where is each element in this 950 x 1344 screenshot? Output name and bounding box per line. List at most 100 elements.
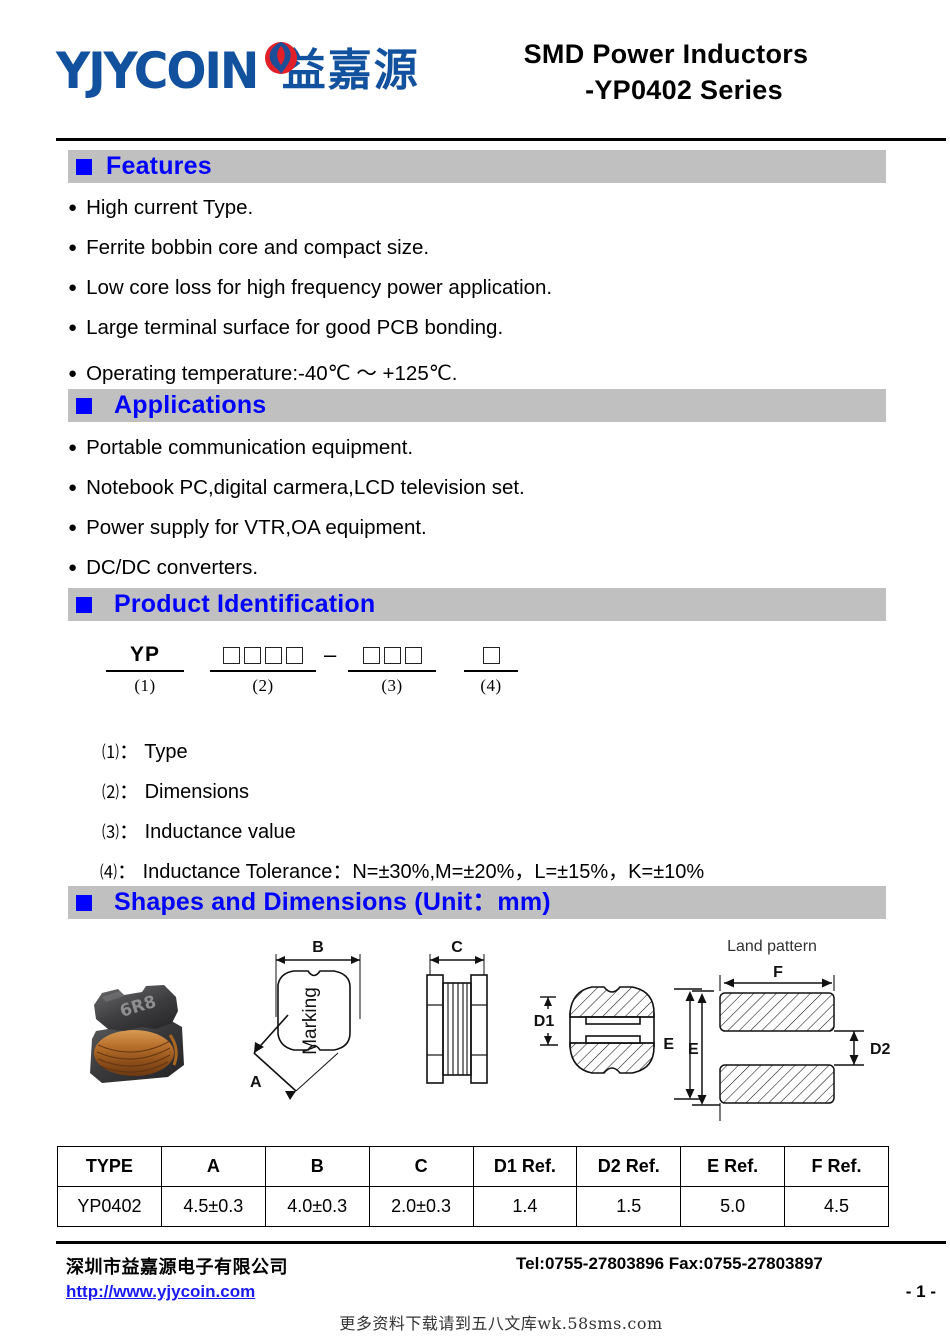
list-item: ● Large terminal surface for good PCB bo… xyxy=(68,316,503,340)
section-header-shapes-dimensions: Shapes and Dimensions (Unit：mm) xyxy=(68,886,886,919)
section-title-applications: Applications xyxy=(114,391,267,419)
pid-legend-text: Inductance value xyxy=(144,821,296,843)
list-item: ● Operating temperature:-40℃ ～ +125℃. xyxy=(68,356,457,386)
pid-box xyxy=(362,646,380,664)
table-cell: 4.5 xyxy=(784,1186,889,1227)
footer-divider xyxy=(56,1241,946,1244)
pid-index-2: (2) xyxy=(252,676,274,695)
pid-legend-row: ⑷： Inductance Tolerance：N=±30%,M=±20%，L=… xyxy=(100,855,704,884)
application-text: DC/DC converters. xyxy=(86,556,259,579)
pid-box xyxy=(286,646,303,664)
pid-index-1: (1) xyxy=(134,676,156,695)
square-bullet-icon xyxy=(76,397,92,414)
inductor-photo: 6R8 xyxy=(90,985,184,1083)
square-bullet-icon xyxy=(76,894,92,911)
top-and-side-view-drawing: Marking B A C xyxy=(250,939,488,1100)
list-item: ● High current Type. xyxy=(68,196,253,220)
pid-legend-index: ⑶ xyxy=(102,823,119,842)
svg-text:F: F xyxy=(773,964,783,981)
pid-group-1: YP (1) xyxy=(106,640,184,696)
feature-text: Ferrite bobbin core and compact size. xyxy=(86,236,430,259)
feature-text: High current Type. xyxy=(86,196,254,219)
svg-text:B: B xyxy=(312,939,324,956)
pid-boxes-4 xyxy=(482,646,500,664)
pid-legend-index: ⑵ xyxy=(102,783,119,802)
table-header-cell: TYPE xyxy=(57,1146,162,1187)
bottom-view-drawing: D1 E xyxy=(534,986,702,1100)
svg-text:A: A xyxy=(250,1074,262,1091)
dimensions-table: TYPE A B C D1 Ref. D2 Ref. E Ref. F Ref.… xyxy=(57,1146,889,1227)
pid-box xyxy=(244,646,261,664)
svg-text:C: C xyxy=(451,939,463,956)
pid-boxes-3 xyxy=(362,646,422,664)
bullet-dot-icon: ● xyxy=(68,559,78,576)
section-title-shapes-dimensions: Shapes and Dimensions (Unit：mm) xyxy=(114,888,551,916)
pid-type-label: YP xyxy=(129,643,160,666)
bullet-dot-icon: ● xyxy=(68,365,78,382)
table-cell: YP0402 xyxy=(57,1186,162,1227)
footer-contact: Tel:0755-27803896 Fax:0755-27803897 xyxy=(516,1254,823,1273)
table-header-row: TYPE A B C D1 Ref. D2 Ref. E Ref. F Ref. xyxy=(57,1146,889,1187)
feature-text: Operating temperature:-40℃ ～ +125℃. xyxy=(86,362,458,385)
square-bullet-icon xyxy=(76,158,92,175)
pid-box xyxy=(482,646,500,664)
company-logo: YJYCOIN 益嘉源 xyxy=(56,40,420,102)
table-row: YP0402 4.5±0.3 4.0±0.3 2.0±0.3 1.4 1.5 5… xyxy=(57,1186,889,1227)
table-header-cell: D1 Ref. xyxy=(472,1146,578,1187)
title-line-2: -YP0402 Series xyxy=(585,75,783,105)
page-footer: 深圳市益嘉源电子有限公司 Tel:0755-27803896 Fax:0755-… xyxy=(56,1250,946,1333)
section-header-product-identification: Product Identification xyxy=(68,588,886,621)
pid-box xyxy=(223,646,240,664)
list-item: ● Low core loss for high frequency power… xyxy=(68,276,552,300)
pid-group-4: (4) xyxy=(464,640,518,696)
pid-index-3: (3) xyxy=(381,676,403,695)
pid-legend-row: ⑶： Inductance value xyxy=(102,815,296,844)
pid-box xyxy=(383,646,401,664)
bullet-dot-icon: ● xyxy=(68,439,78,456)
pid-legend-sep: ： xyxy=(119,821,139,843)
section-title-features: Features xyxy=(106,152,212,180)
table-header-cell: A xyxy=(160,1146,266,1187)
pid-type-field: YP xyxy=(106,640,184,672)
bullet-dot-icon: ● xyxy=(68,479,78,496)
footer-website-link[interactable]: http://www.yjycoin.com xyxy=(66,1282,255,1302)
bullet-dot-icon: ● xyxy=(68,279,78,296)
list-item: ● Portable communication equipment. xyxy=(68,436,413,460)
pid-group-3: (3) xyxy=(348,640,436,696)
feature-text: Large terminal surface for good PCB bond… xyxy=(86,316,504,339)
bullet-dot-icon: ● xyxy=(68,519,78,536)
pid-legend-sep: ： xyxy=(117,861,137,883)
part-number-diagram: YP (1) (2) – (3) (4) xyxy=(106,640,576,702)
list-item: ● DC/DC converters. xyxy=(68,556,258,580)
bullet-dot-icon: ● xyxy=(68,239,78,256)
list-item: ● Ferrite bobbin core and compact size. xyxy=(68,236,429,260)
logo-wordmark: YJYCOIN xyxy=(56,42,259,100)
table-header-cell: E Ref. xyxy=(680,1146,786,1187)
pid-separator-dash: – xyxy=(324,642,337,667)
pid-index-4: (4) xyxy=(480,676,502,695)
svg-text:Marking: Marking xyxy=(300,987,321,1055)
datasheet-page: YJYCOIN 益嘉源 SMD Power Inductors -YP0402 … xyxy=(0,0,950,1344)
pid-boxes-2 xyxy=(223,646,303,664)
svg-text:D2: D2 xyxy=(870,1041,891,1058)
feature-text: Low core loss for high frequency power a… xyxy=(86,276,553,299)
land-pattern-drawing: Land pattern F E D2 xyxy=(688,938,891,1121)
pid-box xyxy=(404,646,422,664)
pid-tolerance-field xyxy=(464,640,518,672)
pid-legend-sep: ： xyxy=(119,741,139,763)
table-cell: 4.0±0.3 xyxy=(264,1186,370,1227)
pid-legend-text: Type xyxy=(144,741,188,763)
footer-company-name: 深圳市益嘉源电子有限公司 xyxy=(66,1257,288,1278)
logo-circle-icon xyxy=(265,42,297,74)
table-header-cell: F Ref. xyxy=(784,1146,889,1187)
svg-text:D1: D1 xyxy=(534,1013,555,1030)
table-header-cell: B xyxy=(264,1146,370,1187)
table-cell: 2.0±0.3 xyxy=(368,1186,474,1227)
pid-legend-index: ⑴ xyxy=(102,743,119,762)
square-bullet-icon xyxy=(76,596,92,613)
section-header-features: Features xyxy=(68,150,886,183)
pid-legend-text: Dimensions xyxy=(144,781,250,803)
title-line-1: SMD Power Inductors xyxy=(523,39,809,69)
pid-legend-row: ⑴： Type xyxy=(102,735,188,764)
section-title-product-identification: Product Identification xyxy=(114,590,376,618)
